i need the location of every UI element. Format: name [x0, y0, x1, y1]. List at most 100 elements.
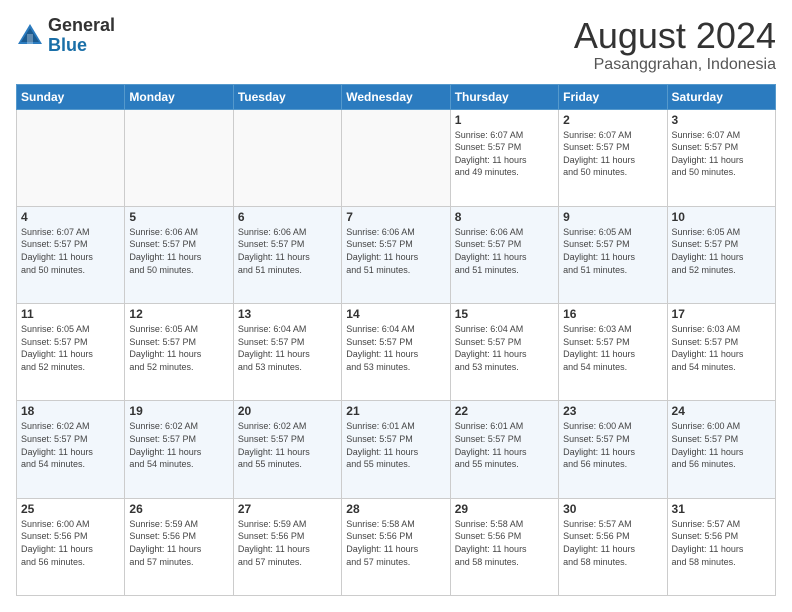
day-number: 18 — [21, 404, 120, 418]
month-year: August 2024 — [574, 16, 776, 56]
calendar-table: SundayMondayTuesdayWednesdayThursdayFrid… — [16, 84, 776, 596]
day-info: Sunrise: 6:07 AM Sunset: 5:57 PM Dayligh… — [455, 129, 554, 179]
calendar-header-monday: Monday — [125, 84, 233, 109]
day-info: Sunrise: 6:04 AM Sunset: 5:57 PM Dayligh… — [346, 323, 445, 373]
calendar-header-tuesday: Tuesday — [233, 84, 341, 109]
calendar-cell — [342, 109, 450, 206]
day-info: Sunrise: 5:58 AM Sunset: 5:56 PM Dayligh… — [346, 518, 445, 568]
day-number: 10 — [672, 210, 771, 224]
day-number: 23 — [563, 404, 662, 418]
calendar-week-3: 11Sunrise: 6:05 AM Sunset: 5:57 PM Dayli… — [17, 304, 776, 401]
calendar-cell: 19Sunrise: 6:02 AM Sunset: 5:57 PM Dayli… — [125, 401, 233, 498]
calendar-week-1: 1Sunrise: 6:07 AM Sunset: 5:57 PM Daylig… — [17, 109, 776, 206]
day-info: Sunrise: 6:00 AM Sunset: 5:56 PM Dayligh… — [21, 518, 120, 568]
day-number: 26 — [129, 502, 228, 516]
day-info: Sunrise: 6:06 AM Sunset: 5:57 PM Dayligh… — [129, 226, 228, 276]
calendar-week-5: 25 Sunrise: 6:00 AM Sunset: 5:56 PM Dayli… — [17, 498, 776, 595]
calendar-cell: 28 Sunrise: 5:58 AM Sunset: 5:56 PM Dayli… — [342, 498, 450, 595]
day-info: Sunrise: 5:57 AM Sunset: 5:56 PM Dayligh… — [672, 518, 771, 568]
day-info: Sunrise: 6:05 AM Sunset: 5:57 PM Dayligh… — [672, 226, 771, 276]
day-number: 20 — [238, 404, 337, 418]
day-info: Sunrise: 6:04 AM Sunset: 5:57 PM Dayligh… — [238, 323, 337, 373]
day-info: Sunrise: 6:05 AM Sunset: 5:57 PM Dayligh… — [129, 323, 228, 373]
logo-icon — [16, 22, 44, 50]
page: General Blue August 2024 Pasanggrahan, I… — [0, 0, 792, 612]
calendar-cell: 18 Sunrise: 6:02 AM Sunset: 5:57 PM Dayli… — [17, 401, 125, 498]
day-info: Sunrise: 6:04 AM Sunset: 5:57 PM Dayligh… — [455, 323, 554, 373]
calendar-cell: 5Sunrise: 6:06 AM Sunset: 5:57 PM Daylig… — [125, 206, 233, 303]
day-number: 9 — [563, 210, 662, 224]
calendar-cell: 10 Sunrise: 6:05 AM Sunset: 5:57 PM Dayli… — [667, 206, 775, 303]
day-number: 15 — [455, 307, 554, 321]
day-info: Sunrise: 5:57 AM Sunset: 5:56 PM Dayligh… — [563, 518, 662, 568]
calendar-cell: 17 Sunrise: 6:03 AM Sunset: 5:57 PM Dayli… — [667, 304, 775, 401]
calendar-cell: 6 Sunrise: 6:06 AM Sunset: 5:57 PM Daylig… — [233, 206, 341, 303]
day-info: Sunrise: 6:03 AM Sunset: 5:57 PM Dayligh… — [563, 323, 662, 373]
calendar-cell: 27Sunrise: 5:59 AM Sunset: 5:56 PM Dayli… — [233, 498, 341, 595]
day-info: Sunrise: 6:07 AM Sunset: 5:57 PM Dayligh… — [672, 129, 771, 179]
day-number: 8 — [455, 210, 554, 224]
calendar-cell: 21 Sunrise: 6:01 AM Sunset: 5:57 PM Dayli… — [342, 401, 450, 498]
calendar-header-row: SundayMondayTuesdayWednesdayThursdayFrid… — [17, 84, 776, 109]
day-number: 12 — [129, 307, 228, 321]
calendar-cell: 7Sunrise: 6:06 AM Sunset: 5:57 PM Daylig… — [342, 206, 450, 303]
calendar-cell: 23Sunrise: 6:00 AM Sunset: 5:57 PM Dayli… — [559, 401, 667, 498]
calendar-cell: 13 Sunrise: 6:04 AM Sunset: 5:57 PM Dayli… — [233, 304, 341, 401]
day-number: 21 — [346, 404, 445, 418]
calendar-cell: 24 Sunrise: 6:00 AM Sunset: 5:57 PM Dayli… — [667, 401, 775, 498]
day-info: Sunrise: 6:05 AM Sunset: 5:57 PM Dayligh… — [21, 323, 120, 373]
day-info: Sunrise: 5:59 AM Sunset: 5:56 PM Dayligh… — [129, 518, 228, 568]
day-number: 25 — [21, 502, 120, 516]
day-number: 6 — [238, 210, 337, 224]
calendar-cell: 1Sunrise: 6:07 AM Sunset: 5:57 PM Daylig… — [450, 109, 558, 206]
calendar-cell: 16 Sunrise: 6:03 AM Sunset: 5:57 PM Dayli… — [559, 304, 667, 401]
calendar-cell — [17, 109, 125, 206]
day-info: Sunrise: 6:00 AM Sunset: 5:57 PM Dayligh… — [672, 420, 771, 470]
day-info: Sunrise: 6:02 AM Sunset: 5:57 PM Dayligh… — [21, 420, 120, 470]
day-info: Sunrise: 6:06 AM Sunset: 5:57 PM Dayligh… — [455, 226, 554, 276]
calendar-cell: 29Sunrise: 5:58 AM Sunset: 5:56 PM Dayli… — [450, 498, 558, 595]
calendar-cell: 31 Sunrise: 5:57 AM Sunset: 5:56 PM Dayli… — [667, 498, 775, 595]
calendar-cell: 22Sunrise: 6:01 AM Sunset: 5:57 PM Dayli… — [450, 401, 558, 498]
day-number: 16 — [563, 307, 662, 321]
day-number: 14 — [346, 307, 445, 321]
day-number: 28 — [346, 502, 445, 516]
day-number: 17 — [672, 307, 771, 321]
day-number: 13 — [238, 307, 337, 321]
calendar-cell: 14 Sunrise: 6:04 AM Sunset: 5:57 PM Dayli… — [342, 304, 450, 401]
day-number: 3 — [672, 113, 771, 127]
calendar-cell: 15 Sunrise: 6:04 AM Sunset: 5:57 PM Dayli… — [450, 304, 558, 401]
calendar-cell: 9 Sunrise: 6:05 AM Sunset: 5:57 PM Daylig… — [559, 206, 667, 303]
calendar-header-wednesday: Wednesday — [342, 84, 450, 109]
day-info: Sunrise: 6:01 AM Sunset: 5:57 PM Dayligh… — [346, 420, 445, 470]
day-info: Sunrise: 6:03 AM Sunset: 5:57 PM Dayligh… — [672, 323, 771, 373]
calendar-cell: 3 Sunrise: 6:07 AM Sunset: 5:57 PM Daylig… — [667, 109, 775, 206]
day-number: 27 — [238, 502, 337, 516]
day-info: Sunrise: 5:58 AM Sunset: 5:56 PM Dayligh… — [455, 518, 554, 568]
day-number: 4 — [21, 210, 120, 224]
calendar-cell — [233, 109, 341, 206]
day-info: Sunrise: 6:05 AM Sunset: 5:57 PM Dayligh… — [563, 226, 662, 276]
day-info: Sunrise: 6:01 AM Sunset: 5:57 PM Dayligh… — [455, 420, 554, 470]
calendar-header-sunday: Sunday — [17, 84, 125, 109]
calendar-header-saturday: Saturday — [667, 84, 775, 109]
day-number: 19 — [129, 404, 228, 418]
calendar-cell: 30Sunrise: 5:57 AM Sunset: 5:56 PM Dayli… — [559, 498, 667, 595]
calendar-cell: 12 Sunrise: 6:05 AM Sunset: 5:57 PM Dayli… — [125, 304, 233, 401]
calendar-cell: 20Sunrise: 6:02 AM Sunset: 5:57 PM Dayli… — [233, 401, 341, 498]
day-number: 24 — [672, 404, 771, 418]
calendar-week-2: 4 Sunrise: 6:07 AM Sunset: 5:57 PM Daylig… — [17, 206, 776, 303]
day-info: Sunrise: 6:06 AM Sunset: 5:57 PM Dayligh… — [238, 226, 337, 276]
calendar-cell: 11Sunrise: 6:05 AM Sunset: 5:57 PM Dayli… — [17, 304, 125, 401]
day-number: 31 — [672, 502, 771, 516]
title-block: August 2024 Pasanggrahan, Indonesia — [574, 16, 776, 74]
header: General Blue August 2024 Pasanggrahan, I… — [16, 16, 776, 74]
calendar-cell: 4 Sunrise: 6:07 AM Sunset: 5:57 PM Daylig… — [17, 206, 125, 303]
day-info: Sunrise: 6:07 AM Sunset: 5:57 PM Dayligh… — [21, 226, 120, 276]
day-info: Sunrise: 6:07 AM Sunset: 5:57 PM Dayligh… — [563, 129, 662, 179]
calendar-cell: 26 Sunrise: 5:59 AM Sunset: 5:56 PM Dayli… — [125, 498, 233, 595]
calendar-cell: 25 Sunrise: 6:00 AM Sunset: 5:56 PM Dayli… — [17, 498, 125, 595]
logo: General Blue — [16, 16, 115, 56]
calendar-cell: 8 Sunrise: 6:06 AM Sunset: 5:57 PM Daylig… — [450, 206, 558, 303]
logo-general-text: General — [48, 15, 115, 35]
